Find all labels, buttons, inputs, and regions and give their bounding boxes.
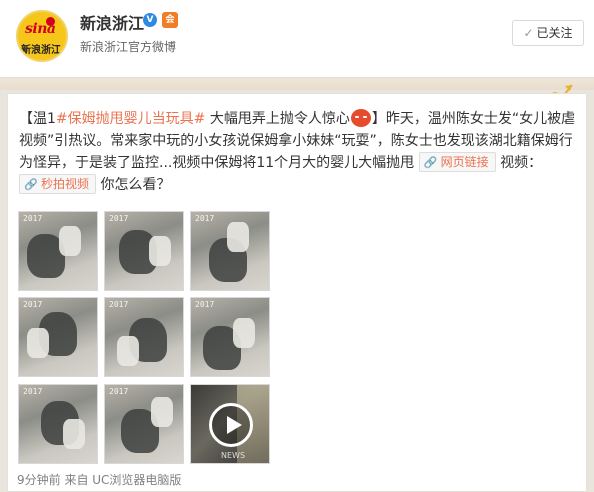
user-description: 新浪浙江官方微博 xyxy=(80,40,177,54)
video-link-label: 秒拍视频 xyxy=(41,177,90,191)
play-icon[interactable] xyxy=(209,403,253,447)
thumb-stamp: 2017 xyxy=(109,214,129,223)
thumb-stamp: 2017 xyxy=(23,300,43,309)
sina-eye-icon xyxy=(46,17,55,26)
thumb-stamp: 2017 xyxy=(23,387,43,396)
link-icon: 🔗 xyxy=(24,178,38,191)
thumb-stamp: 2017 xyxy=(109,300,129,309)
post-text: 【温1#保姆抛甩婴儿当玩具# 大幅甩弄上抛令人惊心 】昨天，温州陈女士发“女儿被虐… xyxy=(19,108,579,196)
photo-thumbnail[interactable]: 2017 xyxy=(18,297,98,377)
check-icon: ✓ xyxy=(523,26,534,40)
profile-header: sina 新浪浙江 新浪浙江 V 会 新浪浙江官方微博 ✓ 已关注 xyxy=(0,0,594,78)
follow-button[interactable]: ✓ 已关注 xyxy=(512,20,584,46)
angry-face-emoji-icon xyxy=(350,109,371,127)
video-watermark: NEWS xyxy=(221,451,246,460)
video-link-chip[interactable]: 🔗 秒拍视频 xyxy=(19,174,97,194)
thumb-stamp: 2017 xyxy=(23,214,43,223)
bracket-open: 【 xyxy=(19,111,33,127)
weibo-post-card: 【温1#保姆抛甩婴儿当玩具# 大幅甩弄上抛令人惊心 】昨天，温州陈女士发“女儿被虐… xyxy=(7,93,587,492)
photo-thumbnail[interactable]: 2017 xyxy=(104,297,184,377)
avatar[interactable]: sina 新浪浙江 xyxy=(16,10,68,62)
web-link-chip[interactable]: 🔗 网页链接 xyxy=(418,152,496,172)
avatar-subtitle: 新浪浙江 xyxy=(21,45,61,56)
photo-thumbnail[interactable]: 2017 xyxy=(190,297,270,377)
post-body-2: 视频： xyxy=(495,155,543,171)
follow-button-label: 已关注 xyxy=(536,26,573,40)
thumb-stamp: 2017 xyxy=(195,214,215,223)
link-icon: 🔗 xyxy=(423,156,438,169)
thumb-stamp: 2017 xyxy=(109,387,129,396)
bracket-close: 】 xyxy=(371,111,386,127)
video-thumbnail[interactable]: NEWS xyxy=(190,384,270,464)
user-name[interactable]: 新浪浙江 xyxy=(80,10,144,34)
post-body-3: 你怎么看？ xyxy=(96,177,171,193)
verified-badge-icon[interactable]: V xyxy=(143,13,157,27)
photo-thumbnail[interactable]: 2017 xyxy=(104,384,184,464)
web-link-label: 网页链接 xyxy=(440,155,489,169)
thumb-stamp: 2017 xyxy=(195,300,215,309)
photo-thumbnail[interactable]: 2017 xyxy=(18,384,98,464)
photo-thumbnail[interactable]: 2017 xyxy=(18,211,98,291)
post-meta: 9分钟前 来自 UC浏览器电脑版 xyxy=(17,473,182,487)
city-prefix: 温1 xyxy=(33,111,56,127)
photo-thumbnail[interactable]: 2017 xyxy=(104,211,184,291)
banner-strip xyxy=(0,79,594,90)
member-badge-icon[interactable]: 会 xyxy=(162,12,178,28)
headline: 大幅甩弄上抛令人惊心 xyxy=(205,111,350,127)
hashtag-link[interactable]: #保姆抛甩婴儿当玩具# xyxy=(56,111,205,127)
photo-thumbnail[interactable]: 2017 xyxy=(190,211,270,291)
